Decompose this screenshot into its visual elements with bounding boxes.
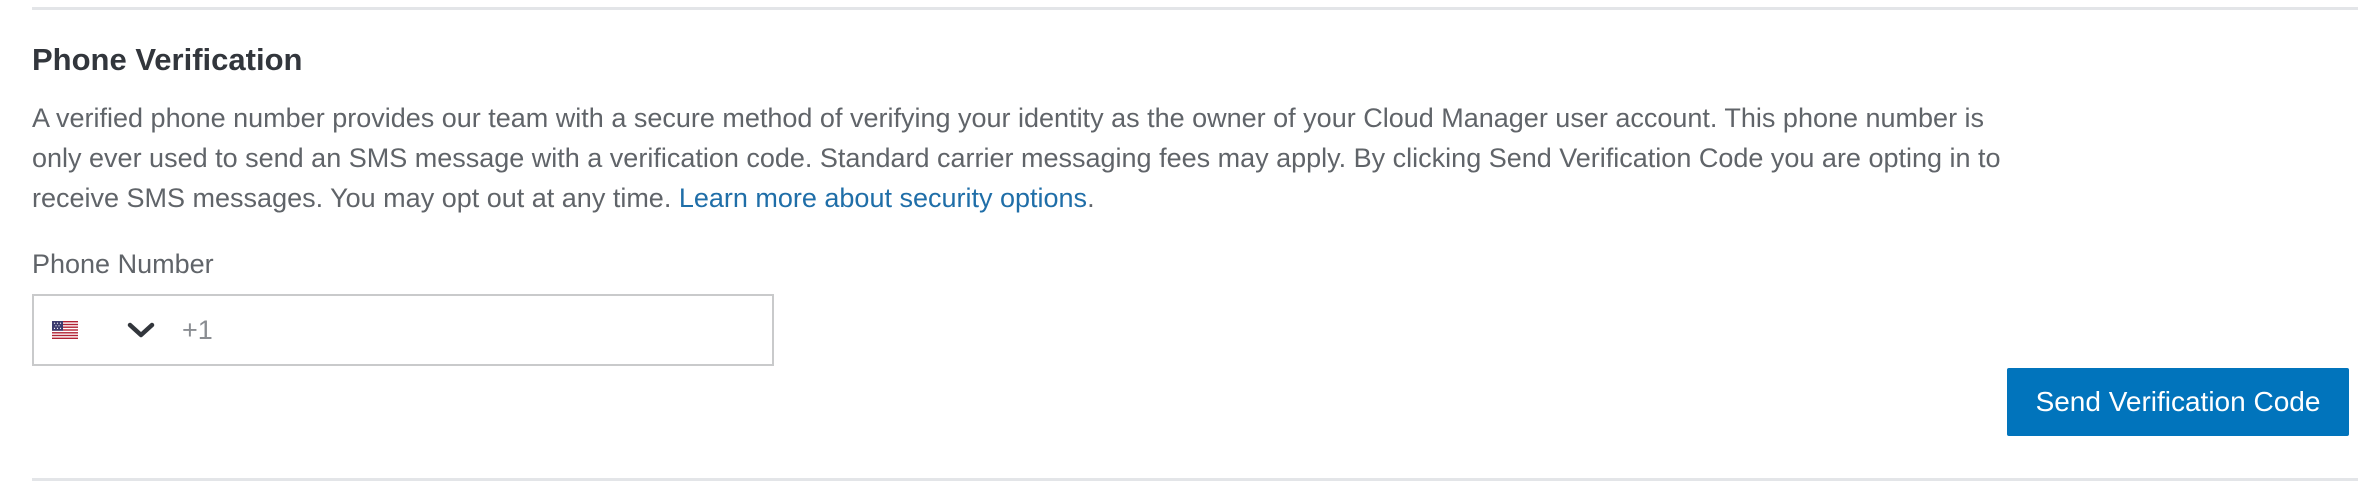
chevron-down-icon[interactable] [126,320,156,340]
phone-number-input[interactable] [212,295,772,365]
learn-more-security-link[interactable]: Learn more about security options [679,183,1087,213]
section-description: A verified phone number provides our tea… [32,98,2022,218]
phone-number-label: Phone Number [32,249,214,279]
country-code-select[interactable] [34,296,156,364]
send-verification-code-button[interactable]: Send Verification Code [2007,368,2349,436]
us-flag-icon [52,321,78,339]
top-divider [32,7,2358,10]
section-title: Phone Verification [32,42,303,77]
phone-number-field: +1 [32,294,774,366]
description-end: . [1087,183,1095,213]
dial-code: +1 [182,314,213,345]
bottom-divider [32,478,2358,481]
